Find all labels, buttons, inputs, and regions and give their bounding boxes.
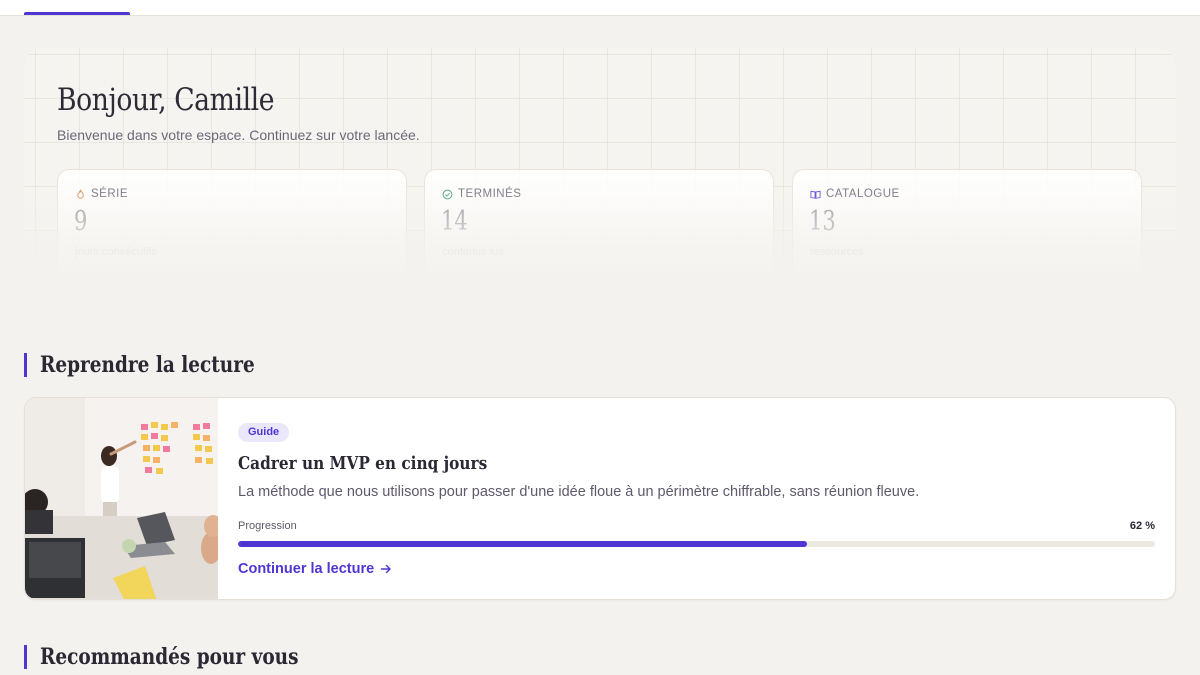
active-tab-indicator <box>24 12 130 15</box>
top-navigation <box>0 0 1200 16</box>
stat-card-streak: SÉRIE 9 jours consécutifs <box>57 169 407 275</box>
continue-reading-link[interactable]: Continuer la lecture <box>238 561 392 577</box>
stat-label: SÉRIE <box>91 188 129 200</box>
stat-label: TERMINÉS <box>458 188 522 200</box>
check-circle-icon <box>442 189 453 199</box>
card-content: Guide Cadrer un MVP en cinq jours La mét… <box>238 398 1175 599</box>
section-title-resume: Reprendre la lecture <box>24 353 296 377</box>
progress-label: Progression <box>238 520 297 532</box>
content-type-badge: Guide <box>238 423 290 442</box>
article-thumbnail <box>25 398 218 599</box>
stat-caption: ressources <box>810 246 864 258</box>
progress-bar <box>238 541 1155 547</box>
welcome-panel: Bonjour, Camille Bienvenue dans votre es… <box>24 48 1176 288</box>
greeting-subtitle: Bienvenue dans votre espace. Continuez s… <box>57 127 420 143</box>
resume-reading-card[interactable]: Guide Cadrer un MVP en cinq jours La mét… <box>24 397 1176 600</box>
greeting-title: Bonjour, Camille <box>57 82 275 118</box>
card-description: La méthode que nous utilisons pour passe… <box>238 484 920 500</box>
flame-icon <box>77 189 84 199</box>
book-open-icon <box>810 190 821 199</box>
stat-caption: jours consécutifs <box>75 246 157 258</box>
progress-percent: 62 % <box>1129 520 1155 532</box>
stat-label: CATALOGUE <box>826 188 900 200</box>
stat-value: 14 <box>441 206 468 237</box>
section-title-recommended: Recommandés pour vous <box>24 645 348 669</box>
stat-card-completed: TERMINÉS 14 contenus lus <box>424 169 774 275</box>
card-title[interactable]: Cadrer un MVP en cinq jours <box>238 453 487 474</box>
progress-bar-fill <box>238 541 807 547</box>
arrow-right-icon <box>380 564 391 574</box>
stat-caption: contenus lus <box>442 246 504 258</box>
stat-value: 13 <box>809 206 836 237</box>
stat-value: 9 <box>74 206 88 237</box>
stat-card-catalog: CATALOGUE 13 ressources <box>792 169 1142 275</box>
